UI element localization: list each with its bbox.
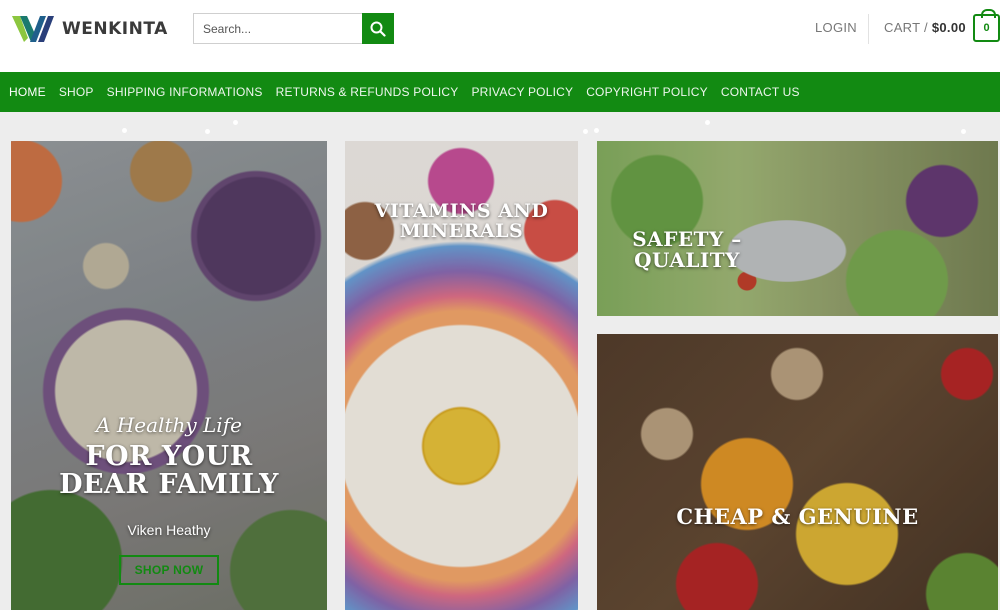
decor-dot: [961, 129, 966, 134]
decor-dot: [594, 128, 599, 133]
decor-dot: [705, 120, 710, 125]
nav-copyright[interactable]: COPYRIGHT POLICY: [586, 85, 708, 99]
nav-shipping[interactable]: SHIPPING INFORMATIONS: [107, 85, 263, 99]
shop-now-button[interactable]: SHOP NOW: [119, 555, 219, 585]
vitamins-title: VITAMINS AND MINERALS: [345, 200, 578, 242]
cheap-overlay: [597, 334, 998, 610]
cart-count-badge[interactable]: 0: [973, 9, 1000, 42]
hero-overlay: [11, 141, 327, 610]
nav-returns[interactable]: RETURNS & REFUNDS POLICY: [276, 85, 459, 99]
nav-home[interactable]: HOME: [9, 85, 46, 99]
vitamins-title-line1: VITAMINS AND: [374, 200, 549, 222]
safety-quality-tile[interactable]: SAFETY – QUALITY: [597, 141, 998, 316]
hero-title-line2: DEAR FAMILY: [59, 469, 279, 501]
search-input[interactable]: [193, 13, 362, 44]
header-divider: [868, 14, 869, 44]
main-nav: HOME SHOP SHIPPING INFORMATIONS RETURNS …: [0, 72, 1000, 112]
safety-title: SAFETY – QUALITY: [597, 229, 777, 271]
wk-logo-icon: [12, 16, 54, 42]
search-button[interactable]: [362, 13, 394, 44]
hero-subtitle: Viken Heathy: [127, 522, 211, 538]
search-icon: [370, 21, 386, 37]
brand-name: WENKINTA: [62, 19, 168, 39]
nav-contact[interactable]: CONTACT US: [721, 85, 800, 99]
decor-dot: [233, 120, 238, 125]
vitamins-title-line2: MINERALS: [399, 219, 524, 242]
cheap-genuine-tile[interactable]: CHEAP & GENUINE: [597, 334, 998, 610]
vitamins-minerals-tile[interactable]: VITAMINS AND MINERALS: [345, 141, 578, 610]
cart-label: CART /: [884, 20, 928, 35]
cheap-title: CHEAP & GENUINE: [676, 504, 919, 529]
safety-title-line1: SAFETY –: [632, 227, 742, 251]
decor-dot: [122, 128, 127, 133]
nav-shop[interactable]: SHOP: [59, 85, 94, 99]
hero-banner[interactable]: A Healthy Life FOR YOUR DEAR FAMILY Vike…: [11, 141, 327, 610]
nav-privacy[interactable]: PRIVACY POLICY: [471, 85, 573, 99]
decor-dot: [205, 129, 210, 134]
hero-script-line: A Healthy Life: [96, 413, 242, 437]
cart-link[interactable]: CART / $0.00: [884, 20, 966, 35]
cart-amount: $0.00: [931, 20, 966, 35]
hero-title: FOR YOUR DEAR FAMILY: [11, 441, 327, 501]
hero-title-line1: FOR YOUR: [85, 441, 253, 472]
decor-dot: [583, 129, 588, 134]
site-logo[interactable]: WENKINTA: [12, 12, 168, 46]
safety-title-line2: QUALITY: [634, 248, 740, 272]
site-header: WENKINTA LOGIN CART / $0.00 0: [0, 0, 1000, 72]
login-link[interactable]: LOGIN: [815, 20, 857, 35]
search-form: [193, 13, 394, 44]
